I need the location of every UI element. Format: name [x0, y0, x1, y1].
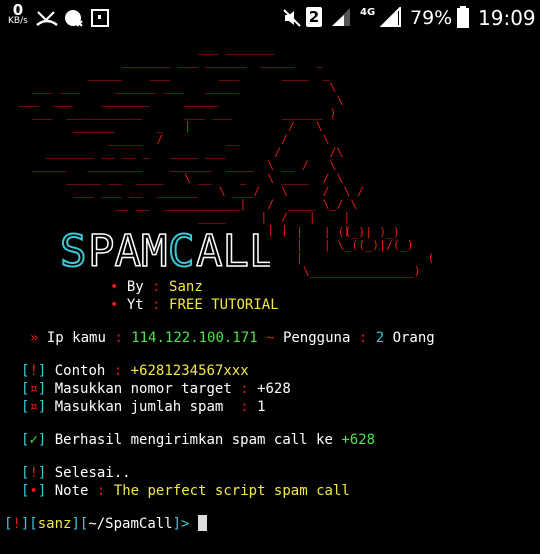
success-message: Berhasil mengirimkan spam call ke	[54, 432, 333, 448]
skull-ascii-art: ___ _______ _______ ___ ______ _____ _ _…	[18, 41, 365, 237]
lte-signal-icon	[380, 7, 401, 27]
net-speed-value: 0	[12, 1, 24, 19]
svg-text:PAM: PAM	[88, 226, 167, 274]
target-input-line: [¤] Masukkan nomor target : +628	[21, 381, 291, 397]
sim-2-icon: 2	[306, 7, 322, 27]
youtube-channel: FREE TUTORIAL	[169, 297, 279, 313]
prompt-path: ~/SpamCall	[88, 516, 173, 532]
target-label: Masukkan nomor target	[54, 381, 232, 397]
signal-icon	[332, 8, 350, 26]
author-name: Sanz	[169, 279, 203, 295]
note-text: The perfect script spam call	[113, 483, 350, 499]
ip-info-line: » Ip kamu : 114.122.100.171 ~ Pengguna :…	[30, 330, 435, 346]
text-cursor[interactable]	[197, 515, 207, 531]
screenshot-icon	[91, 9, 109, 27]
users-label: Pengguna	[282, 330, 351, 346]
svg-text:S: S	[60, 226, 87, 274]
success-line: [✓] Berhasil mengirimkan spam call ke +6…	[21, 432, 376, 448]
example-line: [!] Contoh : +6281234567xxx	[21, 363, 249, 379]
sim-slot: 2	[308, 8, 320, 26]
mute-icon	[283, 9, 301, 27]
check-icon: ✓	[29, 432, 38, 448]
missed-call-icon	[36, 11, 58, 27]
note-label: Note	[54, 483, 89, 499]
ip-label: Ip kamu	[46, 330, 106, 346]
count-input-line: [¤] Masukkan jumlah spam : 1	[21, 399, 266, 415]
battery-percent: 79%	[410, 7, 453, 29]
success-number: +628	[341, 432, 376, 448]
by-label: By	[126, 279, 144, 295]
credits: • By : Sanz • Yt : FREE TUTORIAL	[110, 279, 279, 313]
network-speed: 0 KB/s	[8, 1, 28, 27]
bullet-icon: •	[110, 279, 119, 295]
note-line: [•] Note : The perfect script spam call	[21, 483, 350, 499]
network-type: 4G	[360, 7, 376, 18]
users-unit: Orang	[392, 330, 435, 346]
svg-text:ALL: ALL	[196, 226, 270, 274]
chevron-icon: »	[30, 330, 39, 346]
bullet-icon: •	[110, 297, 119, 313]
count-label: Masukkan jumlah spam	[54, 399, 232, 415]
prompt-user: sanz	[37, 516, 72, 532]
target-value: +628	[257, 381, 291, 397]
prompt-flag: !	[12, 516, 21, 532]
battery-icon	[457, 6, 469, 28]
ip-value: 114.122.100.171	[131, 330, 258, 346]
spam-call-logo: S PAM C ALL	[60, 225, 270, 274]
done-line: [!] Selesai..	[21, 465, 131, 481]
done-text: Selesai..	[54, 465, 131, 481]
status-bar: 0 KB/s 2 4G 79% 19:09	[0, 0, 540, 36]
count-value: 1	[257, 399, 266, 415]
crossed-signal-icon	[65, 9, 83, 27]
clock: 19:09	[478, 6, 536, 30]
users-count: 2	[375, 330, 385, 346]
skull-mouth-ascii: | | ((_)| )_) | | \_((_)|/(_) | ( \_____…	[296, 225, 435, 278]
shell-prompt[interactable]: [!][sanz][~/SpamCall]>	[4, 515, 207, 533]
svg-text:C: C	[168, 226, 195, 274]
net-speed-unit: KB/s	[8, 16, 28, 26]
example-label: Contoh	[54, 363, 106, 379]
yt-label: Yt	[126, 297, 144, 313]
example-value: +6281234567xxx	[130, 363, 249, 379]
